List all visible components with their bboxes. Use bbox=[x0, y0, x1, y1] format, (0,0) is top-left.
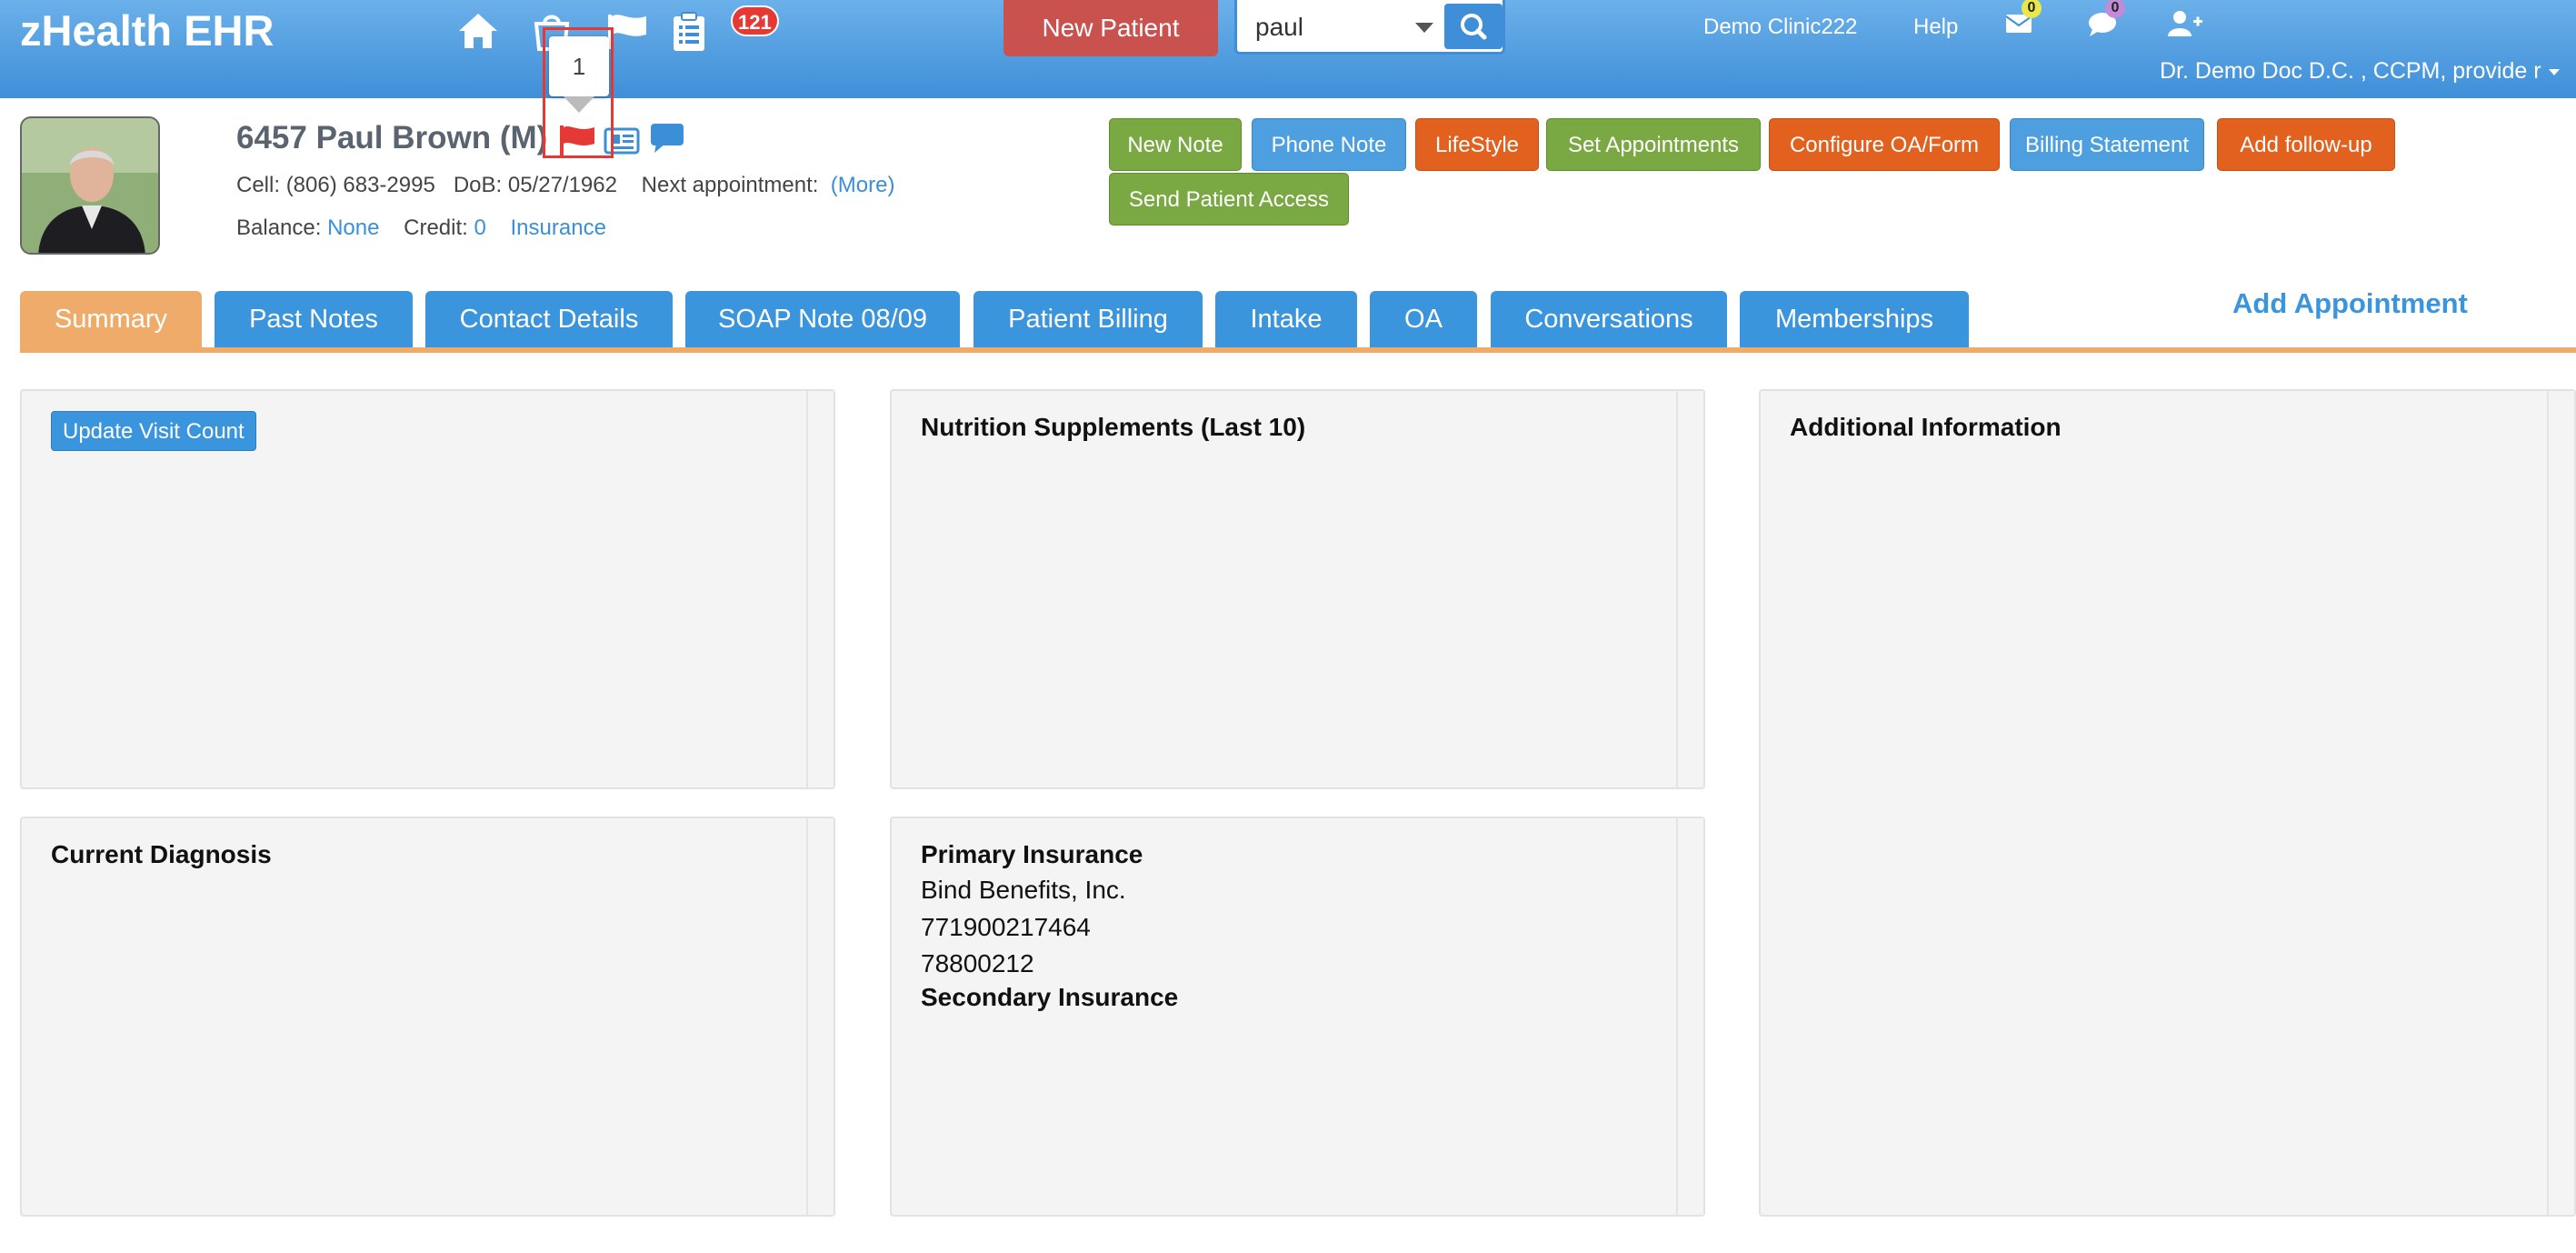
new-note-button[interactable]: New Note bbox=[1109, 118, 1242, 171]
patient-search bbox=[1234, 0, 1505, 55]
tab-soap-note[interactable]: SOAP Note 08/09 bbox=[685, 291, 960, 347]
patient-contact-line: Cell: (806) 683-2995 DoB: 05/27/1962 Nex… bbox=[236, 173, 894, 198]
clipboard-icon[interactable] bbox=[671, 11, 707, 53]
notification-badge[interactable]: 121 bbox=[731, 5, 779, 36]
new-patient-button[interactable]: New Patient bbox=[1003, 0, 1218, 56]
visit-count-panel: Update Visit Count bbox=[20, 389, 835, 789]
search-icon bbox=[1461, 14, 1487, 40]
credit-link[interactable]: 0 bbox=[474, 216, 485, 240]
dob-value: 05/27/1962 bbox=[507, 173, 617, 197]
credit-label: Credit: bbox=[404, 216, 468, 240]
patient-avatar bbox=[20, 116, 160, 255]
comment-icon[interactable] bbox=[649, 122, 685, 159]
tab-conversations[interactable]: Conversations bbox=[1491, 291, 1727, 347]
tooltip-arrow bbox=[564, 96, 594, 113]
insurance-panel: Primary Insurance Bind Benefits, Inc. 77… bbox=[890, 817, 1705, 1217]
panel-scrollbar[interactable] bbox=[1676, 818, 1703, 1215]
mail-count-badge: 0 bbox=[2022, 0, 2042, 18]
search-input[interactable] bbox=[1255, 9, 1392, 45]
chevron-down-icon[interactable] bbox=[1406, 13, 1443, 42]
user-menu[interactable]: Dr. Demo Doc D.C. , CCPM, provide r bbox=[2160, 58, 2561, 85]
search-button[interactable] bbox=[1444, 4, 1503, 49]
primary-insurance-group: 78800212 bbox=[921, 949, 1034, 977]
additional-info-title: Additional Information bbox=[1790, 413, 2062, 441]
chat-count-badge: 0 bbox=[2105, 0, 2125, 18]
diagnosis-title: Current Diagnosis bbox=[51, 840, 272, 868]
app-title[interactable]: zHealth EHR bbox=[20, 5, 274, 55]
nutrition-panel: Nutrition Supplements (Last 10) bbox=[890, 389, 1705, 789]
phone-note-button[interactable]: Phone Note bbox=[1252, 118, 1406, 171]
next-appointment-label: Next appointment: bbox=[641, 173, 819, 197]
home-icon[interactable] bbox=[456, 11, 500, 51]
configure-oa-form-button[interactable]: Configure OA/Form bbox=[1769, 118, 2000, 171]
diagnosis-panel: Current Diagnosis bbox=[20, 817, 835, 1217]
add-appointment-link[interactable]: Add Appointment bbox=[2232, 287, 2468, 320]
balance-label: Balance: bbox=[236, 216, 322, 240]
send-patient-access-button[interactable]: Send Patient Access bbox=[1109, 173, 1349, 226]
top-navbar: zHealth EHR 121 New Patient Demo Clinic2… bbox=[0, 0, 2576, 98]
update-visit-count-button[interactable]: Update Visit Count bbox=[51, 411, 256, 451]
caret-down-icon bbox=[2549, 69, 2561, 76]
patient-balance-line: Balance: None Credit: 0 Insurance bbox=[236, 216, 606, 241]
lifestyle-button[interactable]: LifeStyle bbox=[1415, 118, 1539, 171]
tab-intake[interactable]: Intake bbox=[1215, 291, 1357, 347]
add-follow-up-button[interactable]: Add follow-up bbox=[2217, 118, 2395, 171]
panel-scrollbar[interactable] bbox=[2547, 391, 2574, 1215]
tab-summary[interactable]: Summary bbox=[20, 291, 202, 347]
clinic-link[interactable]: Demo Clinic222 bbox=[1703, 15, 1857, 40]
set-appointments-button[interactable]: Set Appointments bbox=[1546, 118, 1761, 171]
help-link[interactable]: Help bbox=[1913, 15, 1958, 40]
add-user-icon[interactable] bbox=[2167, 9, 2203, 38]
panel-scrollbar[interactable] bbox=[806, 818, 834, 1215]
tab-past-notes[interactable]: Past Notes bbox=[215, 291, 413, 347]
balance-link[interactable]: None bbox=[327, 216, 379, 240]
cell-value: (806) 683-2995 bbox=[285, 173, 435, 197]
tab-oa[interactable]: OA bbox=[1370, 291, 1477, 347]
primary-insurance-id: 771900217464 bbox=[921, 913, 1091, 941]
primary-insurance-title: Primary Insurance bbox=[921, 840, 1143, 868]
tab-underline bbox=[20, 347, 2576, 353]
flag-count-tooltip: 1 bbox=[549, 36, 609, 96]
cell-label: Cell: bbox=[236, 173, 281, 197]
tab-memberships[interactable]: Memberships bbox=[1740, 291, 1969, 347]
patient-name: 6457 Paul Brown (M) bbox=[236, 120, 548, 155]
tab-contact-details[interactable]: Contact Details bbox=[425, 291, 673, 347]
panel-scrollbar[interactable] bbox=[806, 391, 834, 787]
additional-info-panel: Additional Information bbox=[1759, 389, 2576, 1217]
insurance-link[interactable]: Insurance bbox=[511, 216, 606, 240]
dob-label: DoB: bbox=[453, 173, 503, 197]
user-name-label: Dr. Demo Doc D.C. , CCPM, provide r bbox=[2160, 58, 2541, 84]
primary-insurance-company: Bind Benefits, Inc. bbox=[921, 876, 1126, 904]
tab-patient-billing[interactable]: Patient Billing bbox=[973, 291, 1203, 347]
secondary-insurance-title: Secondary Insurance bbox=[921, 983, 1179, 1011]
panel-scrollbar[interactable] bbox=[1676, 391, 1703, 787]
nutrition-title: Nutrition Supplements (Last 10) bbox=[921, 413, 1306, 441]
more-link[interactable]: (More) bbox=[831, 173, 895, 197]
billing-statement-button[interactable]: Billing Statement bbox=[2010, 118, 2204, 171]
